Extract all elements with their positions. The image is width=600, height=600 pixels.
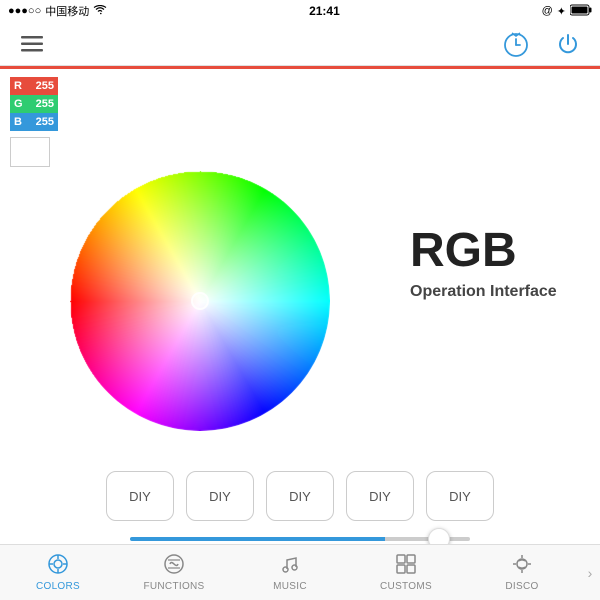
functions-icon — [163, 553, 185, 579]
diy-button-3[interactable]: DIY — [266, 471, 334, 521]
colors-icon — [47, 553, 69, 579]
g-value: 255 — [26, 98, 54, 110]
tab-colors[interactable]: COLORS — [0, 545, 116, 600]
right-panel: RGB Operation Interface — [390, 77, 590, 451]
wifi-icon — [93, 5, 107, 18]
color-wheel[interactable] — [70, 171, 330, 431]
tab-music-label: MUSIC — [273, 581, 307, 592]
tab-arrow[interactable]: › — [580, 545, 600, 600]
carrier-name: 中国移动 — [45, 3, 89, 19]
status-bar: ●●●○○ 中国移动 21:41 @ ✦ — [0, 0, 600, 22]
b-value: 255 — [26, 116, 54, 128]
brightness-track[interactable] — [130, 537, 470, 541]
customs-icon — [395, 553, 417, 579]
rgb-display: R 255 G 255 B 255 — [10, 77, 58, 131]
tab-music[interactable]: MUSIC — [232, 545, 348, 600]
color-wheel-container[interactable] — [70, 171, 330, 431]
main-content: R 255 G 255 B 255 RGB Operation Interfac… — [0, 69, 600, 459]
diy-button-5[interactable]: DIY — [426, 471, 494, 521]
nav-bar — [0, 22, 600, 66]
disco-icon — [511, 553, 533, 579]
color-swatch — [10, 137, 50, 167]
diy-button-4[interactable]: DIY — [346, 471, 414, 521]
rgb-title: RGB — [410, 227, 517, 275]
clock-button[interactable] — [500, 28, 532, 60]
rgb-red-row: R 255 — [10, 77, 58, 95]
left-panel: R 255 G 255 B 255 — [10, 77, 390, 451]
tab-functions[interactable]: FUNCTIONS — [116, 545, 232, 600]
b-label: B — [14, 116, 26, 128]
tab-functions-label: FUNCTIONS — [143, 581, 204, 592]
menu-button[interactable] — [16, 28, 48, 60]
tab-disco[interactable]: DISCO — [464, 545, 580, 600]
tab-colors-label: COLORS — [36, 581, 80, 592]
tab-disco-label: DISCO — [505, 581, 538, 592]
power-button[interactable] — [552, 28, 584, 60]
bluetooth-icon: ✦ — [557, 5, 566, 18]
diy-button-2[interactable]: DIY — [186, 471, 254, 521]
status-right: @ ✦ — [542, 4, 592, 19]
battery-icon — [570, 4, 592, 19]
diy-button-1[interactable]: DIY — [106, 471, 174, 521]
rgb-blue-row: B 255 — [10, 113, 58, 131]
status-left: ●●●○○ 中国移动 — [8, 3, 107, 19]
rgb-green-row: G 255 — [10, 95, 58, 113]
r-label: R — [14, 80, 26, 92]
charging-icon: @ — [542, 5, 553, 17]
status-time: 21:41 — [309, 4, 340, 18]
diy-buttons-row: DIY DIY DIY DIY DIY — [0, 463, 600, 529]
tab-bar: COLORS FUNCTIONS MUSIC — [0, 544, 600, 600]
rgb-subtitle: Operation Interface — [410, 283, 557, 301]
r-value: 255 — [26, 80, 54, 92]
signal-dots: ●●●○○ — [8, 5, 41, 17]
music-icon — [279, 553, 301, 579]
g-label: G — [14, 98, 26, 110]
tab-customs-label: CUSTOMS — [380, 581, 432, 592]
tab-customs[interactable]: CUSTOMS — [348, 545, 464, 600]
